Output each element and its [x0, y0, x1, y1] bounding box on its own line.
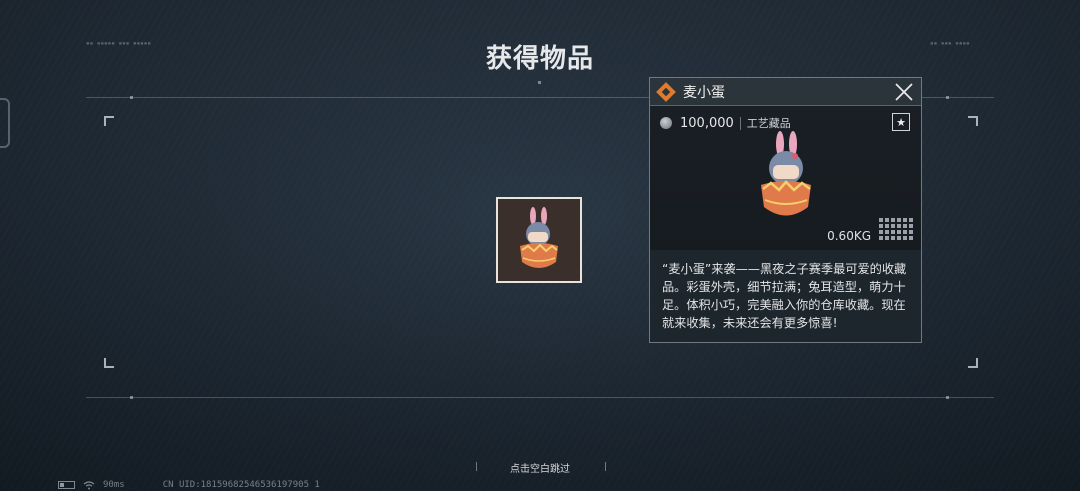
frame-corner	[104, 358, 114, 368]
card-header: 麦小蛋	[650, 78, 921, 106]
favorite-button[interactable]: ★	[892, 113, 910, 131]
easter-egg-figure-icon	[761, 131, 811, 216]
user-uid: CN UID:18159682546536197905 1	[162, 480, 320, 490]
frame-tick	[946, 96, 949, 99]
diamond-rarity-icon	[656, 81, 676, 102]
frame-corner	[968, 116, 978, 126]
status-bar: 90ms CN UID:18159682546536197905 1	[58, 480, 320, 490]
skip-hint[interactable]: 点击空白跳过	[0, 460, 1080, 475]
wifi-icon	[83, 480, 95, 489]
easter-egg-figure-icon	[520, 207, 558, 268]
item-weight: 0.60KG	[827, 229, 871, 243]
battery-icon	[58, 481, 75, 489]
frame-corner	[104, 116, 114, 126]
grid-size-icon	[879, 218, 913, 242]
divider	[739, 116, 741, 130]
price-row: 100,000 工艺藏品	[660, 115, 791, 131]
item-name: 麦小蛋	[683, 84, 725, 101]
obtained-item-slot[interactable]	[496, 197, 582, 283]
frame-line-bottom	[86, 397, 994, 398]
side-bracket	[0, 98, 10, 148]
close-icon	[895, 83, 913, 101]
frame-tick	[130, 96, 133, 99]
frame-tick	[538, 81, 541, 84]
page-title: 获得物品	[485, 44, 594, 74]
frame-tick	[130, 396, 133, 399]
frame-tick	[946, 396, 949, 399]
item-description: “麦小蛋”来袭——黑夜之子赛季最可爱的收藏品。彩蛋外壳，细节拉满；兔耳造型，萌力…	[662, 262, 907, 330]
frame-corner	[968, 358, 978, 368]
item-preview: 100,000 工艺藏品 ★ 0.60KG	[650, 106, 921, 250]
item-detail-card: 麦小蛋 100,000 工艺藏品 ★ 0.60KG “麦小蛋”来袭——黑夜之子赛…	[649, 77, 922, 343]
close-button[interactable]	[894, 82, 914, 102]
ping-value: 90ms	[103, 480, 125, 490]
coin-icon	[660, 117, 672, 129]
item-price: 100,000	[680, 115, 734, 131]
star-icon: ★	[896, 115, 906, 129]
item-category: 工艺藏品	[746, 117, 791, 130]
